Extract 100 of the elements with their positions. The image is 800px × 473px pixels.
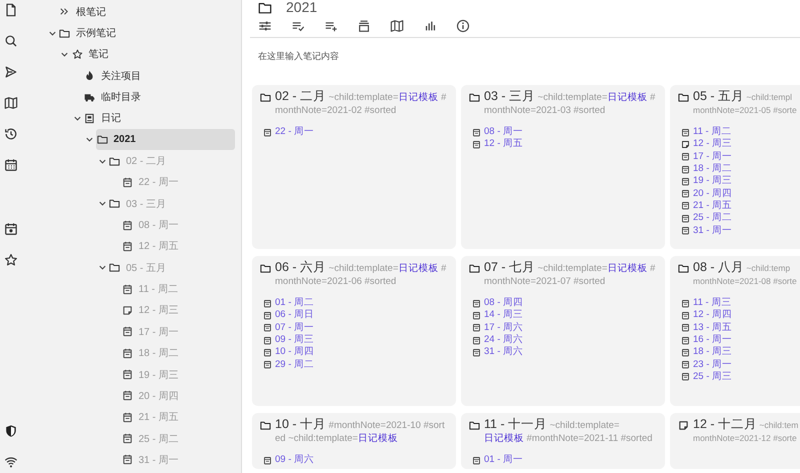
tree-item[interactable]: 根笔记 (58, 1, 235, 22)
tree-item[interactable]: 25 - 周二 (120, 428, 235, 450)
day-note-link[interactable]: 09 - 周六 (275, 454, 314, 466)
tree-item[interactable]: 12 - 周五 (120, 236, 235, 257)
tree-item[interactable]: 笔记 (70, 44, 235, 65)
file-icon[interactable] (4, 3, 18, 17)
tree-item[interactable]: 20 - 周四 (120, 385, 235, 406)
sliders-icon[interactable] (258, 19, 272, 33)
template-link[interactable]: 日记模板 (607, 92, 648, 103)
day-note-link[interactable]: 06 - 周日 (275, 309, 314, 322)
day-note-link[interactable]: 01 - 周二 (275, 297, 314, 310)
calendar-icon[interactable] (4, 158, 18, 172)
day-note-link[interactable]: 07 - 周一 (275, 322, 314, 334)
tree-item[interactable]: 17 - 周一 (120, 321, 235, 342)
day-note-link[interactable]: 25 - 周三 (693, 370, 732, 383)
day-note-link[interactable]: 22 - 周一 (275, 126, 314, 138)
folder-icon (260, 263, 271, 274)
card-header: 10 - 十月 #monthNote=2021-10 #sorted ~child:template=日记模板 (275, 418, 446, 445)
day-note-link[interactable]: 17 - 周一 (693, 150, 732, 163)
tree-item[interactable]: 22 - 周一 (120, 172, 235, 193)
day-note-link[interactable]: 31 - 周六 (484, 346, 524, 358)
stack-icon[interactable] (357, 19, 371, 33)
day-note-link[interactable]: 16 - 周一 (693, 334, 732, 346)
tree-item[interactable]: 临时目录 (83, 86, 235, 108)
template-link[interactable]: 日记模板 (607, 263, 648, 274)
calendar-day-icon (681, 189, 690, 198)
calendar-day-icon (681, 348, 690, 357)
day-note-link[interactable]: 20 - 周四 (693, 188, 732, 200)
tree-item[interactable]: 31 - 周一 (120, 449, 235, 470)
day-note-link[interactable]: 23 - 周一 (693, 358, 732, 371)
tree-item[interactable]: 02 - 二月 (108, 150, 235, 172)
card-header: 11 - 十一月 ~child:template= 日记模板 #monthNote=2021-11 #sorted (484, 418, 654, 445)
calendar-day-icon (122, 326, 132, 338)
day-note-link[interactable]: 25 - 周二 (693, 212, 732, 224)
day-note-link[interactable]: 19 - 周三 (693, 175, 732, 188)
tree-item[interactable]: 2021 (96, 129, 235, 150)
tree-item[interactable]: 21 - 周五 (120, 406, 235, 428)
template-link[interactable]: 日记模板 (398, 263, 438, 274)
bar-chart-icon[interactable] (423, 19, 437, 33)
tree-item[interactable]: 12 - 周三 (120, 300, 235, 321)
shield-icon[interactable] (4, 424, 18, 438)
day-note-link[interactable]: 29 - 周二 (275, 358, 314, 371)
day-note-link[interactable]: 18 - 周二 (693, 163, 732, 176)
template-link[interactable]: 日记模板 (358, 433, 398, 444)
folder-icon (678, 92, 689, 103)
flame-icon (84, 70, 95, 82)
day-note-link[interactable]: 08 - 周一 (484, 126, 524, 138)
day-note-link[interactable]: 13 - 周五 (693, 322, 732, 334)
star-icon[interactable] (4, 253, 18, 267)
day-note-link[interactable]: 12 - 周五 (484, 138, 524, 150)
calendar-day-icon (472, 128, 481, 137)
day-note-link[interactable]: 10 - 周四 (275, 346, 314, 358)
day-note-link[interactable]: 11 - 周二 (693, 126, 732, 138)
day-note-link[interactable]: 18 - 周三 (693, 346, 732, 358)
day-note-link[interactable]: 01 - 周一 (484, 454, 524, 466)
calendar-day-icon (122, 412, 132, 423)
info-icon[interactable] (456, 19, 470, 33)
folder-icon (469, 263, 480, 274)
tree-item[interactable]: 08 - 周一 (120, 214, 235, 236)
tree-item[interactable]: 18 - 周二 (120, 342, 235, 364)
tree-item[interactable]: 日记 (83, 108, 235, 129)
tree-item[interactable]: 关注项目 (83, 65, 235, 86)
template-link[interactable]: 日记模板 (398, 92, 438, 103)
day-note-link[interactable]: 11 - 周三 (693, 297, 732, 310)
wifi-icon[interactable] (4, 455, 18, 469)
day-note-link[interactable]: 31 - 周一 (693, 224, 732, 237)
chevron-down-icon[interactable] (98, 199, 106, 208)
map-icon[interactable] (4, 96, 18, 110)
calendar-day-icon (681, 226, 690, 236)
day-note-link[interactable]: 12 - 周四 (693, 309, 732, 322)
tree-item[interactable]: 05 - 五月 (108, 257, 235, 278)
tree-item[interactable]: 11 - 周二 (120, 278, 235, 300)
calendar-day-icon (122, 433, 132, 444)
map-icon[interactable] (390, 19, 404, 33)
day-note-link[interactable]: 14 - 周三 (484, 309, 524, 322)
template-link[interactable]: 日记模板 (484, 433, 524, 444)
calendar-day-icon (472, 140, 481, 149)
tree-item[interactable]: 示例笔记 (58, 22, 235, 44)
note-title[interactable]: 2021 (286, 0, 318, 15)
calendar-day-icon (263, 456, 272, 465)
day-note-link[interactable]: 08 - 周四 (484, 297, 524, 310)
chevron-down-icon[interactable] (98, 263, 106, 272)
history-icon[interactable] (4, 127, 18, 141)
folder-icon (469, 92, 480, 103)
editor-placeholder: 在这里输入笔记内容 (258, 51, 339, 61)
day-note-link[interactable]: 09 - 周三 (275, 334, 314, 346)
tree-item[interactable]: 03 - 三月 (108, 193, 235, 214)
day-note-link[interactable]: 24 - 周六 (484, 334, 524, 346)
day-note-link[interactable]: 17 - 周六 (484, 322, 524, 334)
journal-icon (84, 112, 95, 124)
card-header: 06 - 六月 ~child:template=日记模板 #monthNote=2021-06 #sorted (275, 261, 448, 288)
calendar-day-icon (263, 310, 272, 320)
send-icon[interactable] (4, 65, 18, 79)
day-note-link[interactable]: 12 - 周三 (693, 138, 732, 150)
note-editor[interactable]: 在这里输入笔记内容 (250, 38, 800, 76)
calendar-day-icon (681, 336, 690, 345)
day-note-link[interactable]: 21 - 周五 (693, 200, 732, 212)
tree-item[interactable]: 19 - 周三 (120, 364, 235, 386)
chevron-down-icon[interactable] (85, 135, 94, 144)
search-icon[interactable] (4, 34, 18, 48)
